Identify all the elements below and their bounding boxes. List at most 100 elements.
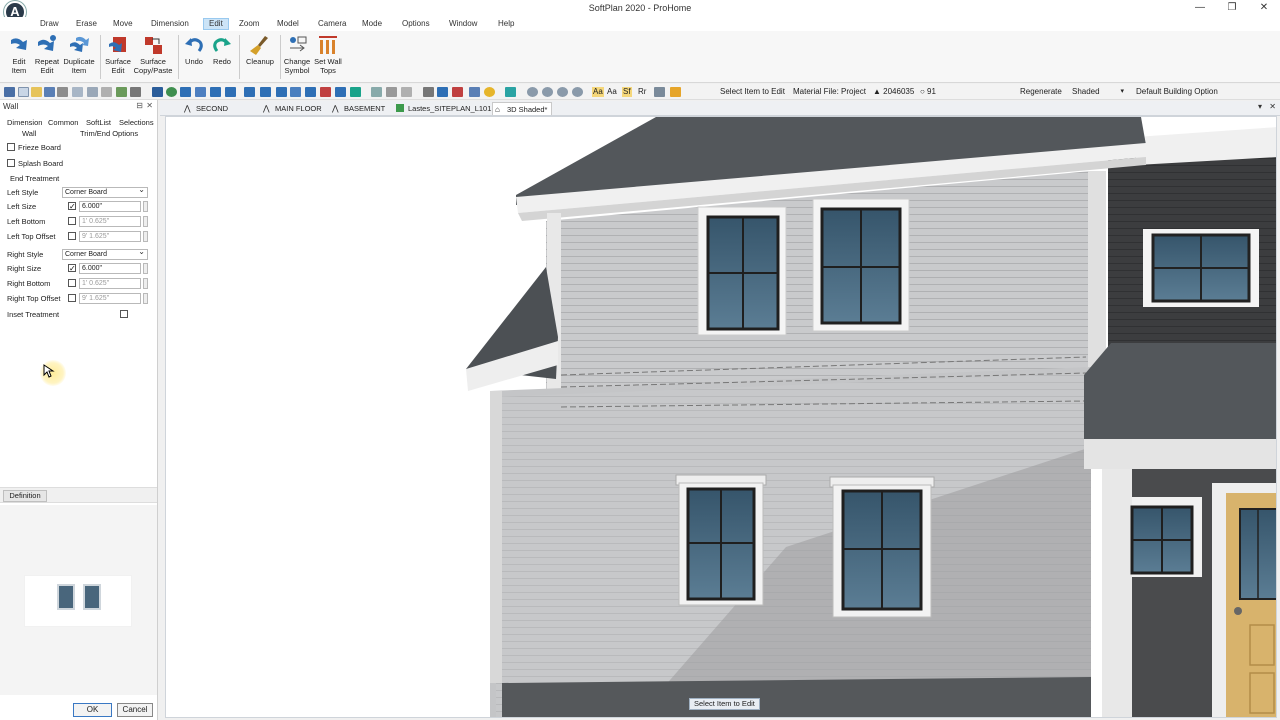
regenerate-button[interactable]: Regenerate (1020, 87, 1062, 97)
set-wall-tops-button[interactable]: Set Wall Tops (313, 34, 343, 80)
new-file-icon[interactable] (18, 87, 29, 97)
zoom-out-icon[interactable] (542, 87, 553, 97)
tab-basement[interactable]: ⋀ BASEMENT (330, 102, 386, 115)
menu-window[interactable]: Window (444, 18, 482, 30)
undo-button[interactable]: Undo (182, 34, 206, 80)
menu-camera[interactable]: Camera (313, 18, 351, 30)
move-icon[interactable] (260, 87, 271, 97)
left-top-offset-checkbox[interactable] (68, 232, 76, 240)
left-size-input[interactable]: 6.000" (79, 201, 141, 212)
lock-icon[interactable] (130, 87, 141, 97)
tree-icon[interactable] (116, 87, 127, 97)
undo-small-icon[interactable] (335, 87, 346, 97)
text-rr-button[interactable]: Rr (638, 87, 646, 97)
text-aa2-button[interactable]: Aa (607, 87, 617, 97)
close-window-button[interactable]: ✕ (1248, 0, 1280, 17)
menu-zoom[interactable]: Zoom (234, 18, 264, 30)
left-style-select[interactable]: Corner Board (62, 185, 148, 198)
left-top-offset-input[interactable]: 9' 1.625" (79, 231, 141, 242)
zoom-window-icon[interactable] (557, 87, 568, 97)
menu-model[interactable]: Model (272, 18, 304, 30)
3d-viewport[interactable]: Select Item to Edit (165, 116, 1277, 718)
right-top-offset-spinner[interactable] (143, 293, 148, 304)
duplicate-item-button[interactable]: Duplicate Item (62, 34, 96, 80)
menu-move[interactable]: Move (108, 18, 138, 30)
splash-board-checkbox[interactable] (7, 159, 15, 167)
tab-dimension[interactable]: Dimension (7, 117, 42, 128)
tab-list-icon[interactable]: ▾ (1258, 102, 1262, 111)
tab-softlist[interactable]: SoftList (86, 117, 111, 128)
menu-erase[interactable]: Erase (71, 18, 102, 30)
menu-options[interactable]: Options (397, 18, 435, 30)
text-sf-button[interactable]: Sf (622, 87, 632, 97)
right-top-offset-checkbox[interactable] (68, 294, 76, 302)
shading-select[interactable]: Shaded ▾ (1072, 87, 1124, 97)
cancel-button[interactable]: Cancel (117, 703, 153, 717)
edit-item-button[interactable]: Edit Item (6, 34, 32, 80)
redo-small-icon[interactable] (350, 87, 361, 97)
frieze-board-checkbox[interactable] (7, 143, 15, 151)
menu-mode[interactable]: Mode (357, 18, 387, 30)
lightning-icon[interactable] (670, 87, 681, 97)
right-style-select[interactable]: Corner Board (62, 247, 148, 260)
save-icon[interactable] (44, 87, 55, 97)
close-view-icon[interactable]: ✕ (1269, 102, 1276, 111)
panel-close-icon[interactable]: ✕ (146, 101, 153, 110)
minimize-button[interactable]: — (1184, 0, 1216, 17)
left-bottom-input[interactable]: 1' 0.625" (79, 216, 141, 227)
plan-icon[interactable] (469, 87, 480, 97)
copy-icon[interactable] (290, 87, 301, 97)
right-size-input[interactable]: 6.000" (79, 263, 141, 274)
select-window-icon[interactable] (195, 87, 206, 97)
left-size-spinner[interactable] (143, 201, 148, 212)
erase-icon[interactable] (320, 87, 331, 97)
tab-second-floor[interactable]: ⋀SECOND FLOOR* (182, 102, 256, 126)
render-icon[interactable] (505, 87, 516, 97)
sun-icon[interactable] (484, 87, 495, 97)
repeat-arrow-icon[interactable] (225, 87, 236, 97)
left-bottom-spinner[interactable] (143, 216, 148, 227)
line-icon[interactable] (401, 87, 412, 97)
toolbar-arrow-icon[interactable] (4, 87, 15, 97)
view-icon[interactable] (371, 87, 382, 97)
select-icon[interactable] (180, 87, 191, 97)
right-top-offset-input[interactable]: 9' 1.625" (79, 293, 141, 304)
tab-main-floor[interactable]: ⋀ MAIN FLOOR (261, 102, 325, 115)
zoom-in-icon[interactable] (527, 87, 538, 97)
tab-wall[interactable]: Wall (22, 128, 36, 139)
edit-arrow-icon[interactable] (210, 87, 221, 97)
redline-icon[interactable] (452, 87, 463, 97)
surface-edit-button[interactable]: Surface Edit (104, 34, 132, 80)
left-bottom-checkbox[interactable] (68, 217, 76, 225)
menu-help[interactable]: Help (493, 18, 519, 30)
open-file-icon[interactable] (31, 87, 42, 97)
inset-treatment-checkbox[interactable] (120, 310, 128, 318)
zoom-all-icon[interactable] (572, 87, 583, 97)
wall-icon[interactable] (386, 87, 397, 97)
settings-icon[interactable] (101, 87, 112, 97)
dimension-icon[interactable] (437, 87, 448, 97)
menu-dimension[interactable]: Dimension (146, 18, 194, 30)
repeat-edit-button[interactable]: Repeat Edit (33, 34, 61, 80)
material-file[interactable]: Material File: Project (793, 87, 866, 97)
tools-icon[interactable] (423, 87, 434, 97)
mirror-icon[interactable] (305, 87, 316, 97)
redo-button[interactable]: Redo (210, 34, 234, 80)
restore-button[interactable]: ❐ (1216, 0, 1248, 17)
snap-icon[interactable] (654, 87, 665, 97)
camera-icon[interactable] (152, 87, 163, 97)
right-bottom-spinner[interactable] (143, 278, 148, 289)
tab-trim-end-options[interactable]: Trim/End Options (80, 128, 139, 139)
menu-draw[interactable]: Draw (35, 18, 64, 30)
cleanup-button[interactable]: Cleanup (244, 34, 276, 80)
building-option-select[interactable]: Default Building Option (1136, 87, 1218, 97)
print-icon[interactable] (57, 87, 68, 97)
tab-siteplan[interactable]: Lastes_SITEPLAN_L101 (394, 102, 491, 115)
globe-icon[interactable] (166, 87, 177, 97)
change-symbol-button[interactable]: Change Symbol (283, 34, 311, 80)
panel-pin-icon[interactable]: ⊟ (136, 101, 143, 110)
menu-edit[interactable]: Edit (203, 18, 229, 30)
stretch-icon[interactable] (244, 87, 255, 97)
tab-3d-shaded[interactable]: ⌂ 3D Shaded* (492, 102, 552, 115)
grid-icon[interactable] (87, 87, 98, 97)
